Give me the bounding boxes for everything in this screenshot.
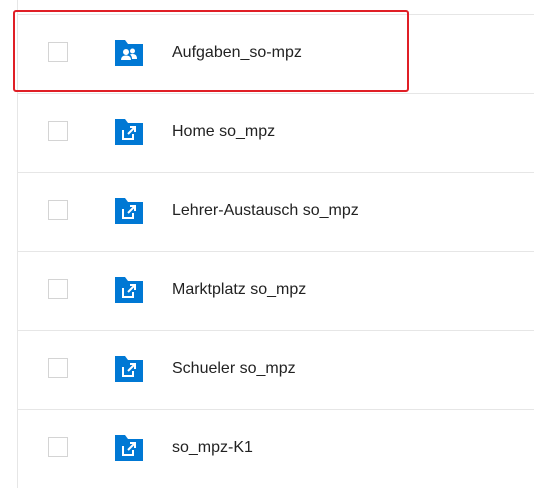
file-name[interactable]: Schueler so_mpz: [172, 360, 296, 378]
row-checkbox[interactable]: [48, 358, 68, 378]
file-name[interactable]: so_mpz-K1: [172, 439, 253, 457]
list-item[interactable]: Marktplatz so_mpz: [17, 252, 534, 331]
linked-folder-icon[interactable]: [113, 352, 145, 384]
row-checkbox[interactable]: [48, 121, 68, 141]
file-list: Aufgaben_so-mpz Home so_mpz Lehrer-Austa…: [17, 15, 534, 488]
file-name[interactable]: Home so_mpz: [172, 123, 275, 141]
linked-folder-icon[interactable]: [113, 194, 145, 226]
linked-folder-icon[interactable]: [113, 115, 145, 147]
file-name[interactable]: Marktplatz so_mpz: [172, 281, 306, 299]
row-checkbox[interactable]: [48, 200, 68, 220]
list-item[interactable]: Lehrer-Austausch so_mpz: [17, 173, 534, 252]
row-checkbox[interactable]: [48, 437, 68, 457]
row-checkbox[interactable]: [48, 279, 68, 299]
file-list-view: Aufgaben_so-mpz Home so_mpz Lehrer-Austa…: [0, 0, 534, 488]
list-item[interactable]: Home so_mpz: [17, 94, 534, 173]
file-name[interactable]: Aufgaben_so-mpz: [172, 44, 302, 62]
linked-folder-icon[interactable]: [113, 273, 145, 305]
list-item[interactable]: so_mpz-K1: [17, 410, 534, 488]
linked-folder-icon[interactable]: [113, 431, 145, 463]
row-checkbox[interactable]: [48, 42, 68, 62]
list-item[interactable]: Aufgaben_so-mpz: [17, 15, 534, 94]
shared-folder-icon[interactable]: [113, 36, 145, 68]
list-item[interactable]: Schueler so_mpz: [17, 331, 534, 410]
file-name[interactable]: Lehrer-Austausch so_mpz: [172, 202, 359, 220]
